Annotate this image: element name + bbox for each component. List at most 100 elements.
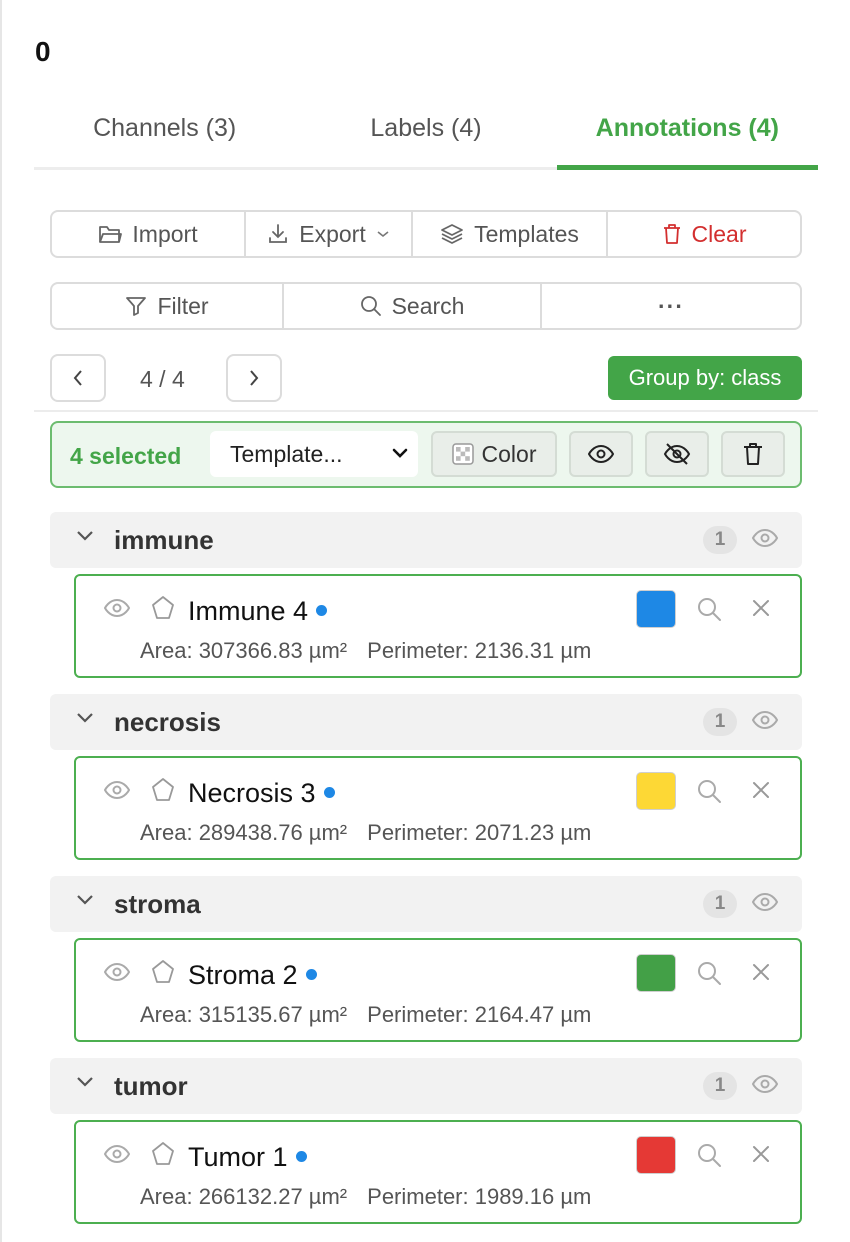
group-count-badge: 1 [703,526,737,554]
chevron-right-icon [248,369,260,387]
perimeter-value: Perimeter: 1989.16 µm [367,1184,592,1209]
chevron-down-icon[interactable] [76,530,94,542]
eye-icon[interactable] [104,598,130,618]
trash-icon [662,223,682,245]
next-page-button[interactable] [226,354,282,402]
polygon-icon [150,1141,176,1167]
area-value: Area: 289438.76 µm² [140,820,348,845]
panel-left-border [0,0,2,1242]
group-by-button[interactable]: Group by: class [608,356,802,400]
annotation-card-immune-4[interactable]: Immune 4 Area: 307366.83 µm² Perimeter: 2… [74,574,802,678]
divider [34,410,818,412]
annotation-metrics: Area: 266132.27 µm² Perimeter: 1989.16 µm [140,1184,591,1210]
search-icon [360,295,382,317]
filter-search-toolbar: Filter Search ··· [50,282,802,330]
import-label: Import [132,220,198,247]
color-swatch[interactable] [636,772,676,810]
chevron-down-icon[interactable] [76,894,94,906]
selected-count: 4 selected [70,443,182,469]
group-header-necrosis[interactable]: necrosis 1 [50,694,802,750]
download-icon [267,223,289,245]
unsaved-indicator-dot [295,1151,307,1163]
annotation-name: Necrosis 3 [188,778,335,809]
eye-icon[interactable] [752,892,778,912]
show-selected-button[interactable] [569,431,633,477]
color-swatch[interactable] [636,1136,676,1174]
search-icon[interactable] [696,596,722,622]
annotation-card-necrosis-3[interactable]: Necrosis 3 Area: 289438.76 µm² Perimeter:… [74,756,802,860]
close-icon[interactable] [750,597,772,619]
annotation-actions-toolbar: Import Export Templates Clear [50,210,802,258]
annotation-name: Stroma 2 [188,960,317,991]
search-icon[interactable] [696,778,722,804]
color-swatch[interactable] [636,954,676,992]
color-label: Color [481,440,537,467]
export-button[interactable]: Export [246,212,413,256]
previous-page-button[interactable] [50,354,106,402]
trash-icon [742,442,764,466]
annotation-metrics: Area: 315135.67 µm² Perimeter: 2164.47 µm [140,1002,591,1028]
area-value: Area: 315135.67 µm² [140,1002,348,1027]
templates-button[interactable]: Templates [413,212,608,256]
annotation-name: Immune 4 [188,596,328,627]
annotation-card-stroma-2[interactable]: Stroma 2 Area: 315135.67 µm² Perimeter: 2… [74,938,802,1042]
eye-icon[interactable] [104,1144,130,1164]
tab-channels[interactable]: Channels (3) [34,100,295,167]
template-select[interactable]: Template... [210,431,418,477]
color-swatch[interactable] [636,590,676,628]
annotation-metrics: Area: 307366.83 µm² Perimeter: 2136.31 µm [140,638,591,664]
search-icon[interactable] [696,960,722,986]
polygon-icon [150,595,176,621]
annotation-card-tumor-1[interactable]: Tumor 1 Area: 266132.27 µm² Perimeter: 19… [74,1120,802,1224]
delete-selected-button[interactable] [721,431,785,477]
panel-id-label: 0 [35,36,51,67]
close-icon[interactable] [750,961,772,983]
group-count-badge: 1 [703,708,737,736]
annotation-metrics: Area: 289438.76 µm² Perimeter: 2071.23 µm [140,820,591,846]
filter-button[interactable]: Filter [52,284,284,328]
eye-icon [588,444,614,464]
group-count-badge: 1 [703,1072,737,1100]
tab-labels[interactable]: Labels (4) [295,100,556,167]
chevron-down-icon [376,229,390,239]
annotation-name: Tumor 1 [188,1142,307,1173]
perimeter-value: Perimeter: 2136.31 µm [367,638,592,663]
eye-icon[interactable] [752,710,778,730]
chevron-down-icon[interactable] [76,1076,94,1088]
tab-bar: Channels (3) Labels (4) Annotations (4) [34,100,819,170]
import-button[interactable]: Import [52,212,246,256]
eye-icon[interactable] [104,962,130,982]
filter-icon [125,295,147,317]
perimeter-value: Perimeter: 2164.47 µm [367,1002,592,1027]
area-value: Area: 307366.83 µm² [140,638,348,663]
filter-label: Filter [157,292,209,319]
group-name: tumor [114,1071,188,1101]
eye-off-icon [663,442,691,466]
templates-label: Templates [474,220,579,247]
chevron-left-icon [72,369,84,387]
group-header-tumor[interactable]: tumor 1 [50,1058,802,1114]
search-button[interactable]: Search [284,284,542,328]
unsaved-indicator-dot [323,787,335,799]
tab-annotations[interactable]: Annotations (4) [556,100,819,170]
search-label: Search [391,292,465,319]
group-header-immune[interactable]: immune 1 [50,512,802,568]
eye-icon[interactable] [752,1074,778,1094]
template-select-value: Template... [230,440,343,467]
chevron-down-icon[interactable] [76,712,94,724]
page-indicator: 4 / 4 [140,366,185,392]
layers-icon [440,223,464,245]
clear-label: Clear [691,220,747,247]
more-options-button[interactable]: ··· [542,284,800,328]
unsaved-indicator-dot [316,605,328,617]
hide-selected-button[interactable] [645,431,709,477]
eye-icon[interactable] [752,528,778,548]
close-icon[interactable] [750,1143,772,1165]
group-header-stroma[interactable]: stroma 1 [50,876,802,932]
polygon-icon [150,959,176,985]
eye-icon[interactable] [104,780,130,800]
clear-button[interactable]: Clear [608,212,800,256]
close-icon[interactable] [750,779,772,801]
color-button[interactable]: Color [431,431,557,477]
search-icon[interactable] [696,1142,722,1168]
